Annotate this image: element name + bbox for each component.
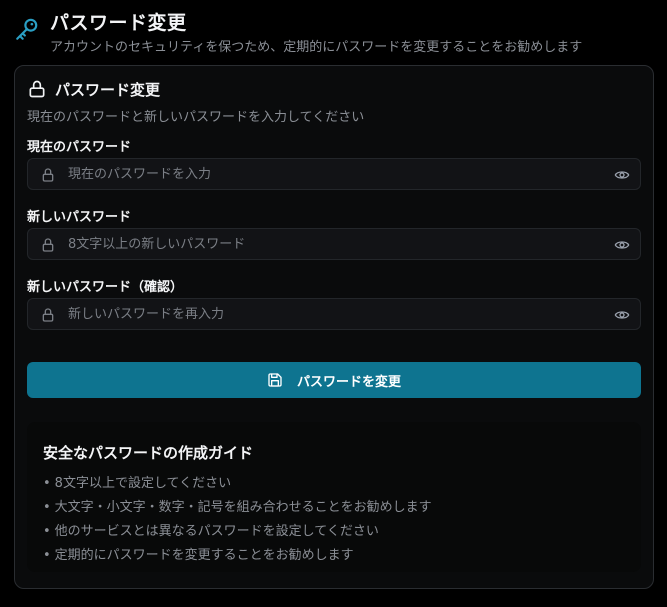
current-password-label: 現在のパスワード (27, 140, 132, 155)
current-password-input[interactable] (68, 159, 598, 189)
change-password-button[interactable]: パスワードを変更 (27, 362, 641, 398)
card-description: 現在のパスワードと新しいパスワードを入力してください (27, 110, 365, 125)
guide-item: 大文字・小文字・数字・記号を組み合わせることをお勧めします (43, 496, 432, 520)
current-password-field (27, 158, 641, 190)
password-guide: 安全なパスワードの作成ガイド 8文字以上で設定してください 大文字・小文字・数字… (27, 422, 641, 572)
guide-item: 8文字以上で設定してください (43, 472, 432, 496)
page-header: パスワード変更 アカウントのセキュリティを保つため、定期的にパスワードを変更する… (14, 6, 653, 58)
page-subtitle: アカウントのセキュリティを保つため、定期的にパスワードを変更することをお勧めしま… (50, 40, 583, 55)
guide-title: 安全なパスワードの作成ガイド (43, 444, 254, 462)
page-title: パスワード変更 (50, 12, 187, 34)
new-password-input[interactable] (68, 229, 598, 259)
confirm-password-label: 新しいパスワード（確認） (27, 280, 184, 295)
lock-icon (42, 168, 54, 182)
save-icon (268, 373, 282, 387)
lock-icon (42, 238, 54, 252)
confirm-password-input[interactable] (68, 299, 598, 329)
eye-icon[interactable] (614, 167, 630, 183)
key-icon (16, 18, 38, 40)
lock-icon (42, 308, 54, 322)
eye-icon[interactable] (614, 307, 630, 323)
new-password-label: 新しいパスワード (27, 210, 132, 225)
password-card: パスワード変更 現在のパスワードと新しいパスワードを入力してください 現在のパス… (14, 65, 654, 589)
guide-item: 他のサービスとは異なるパスワードを設定してください (43, 520, 432, 544)
lock-icon (29, 80, 45, 98)
confirm-password-field (27, 298, 641, 330)
guide-item: 定期的にパスワードを変更することをお勧めします (43, 544, 432, 568)
card-title: パスワード変更 (55, 81, 161, 99)
change-password-button-label: パスワードを変更 (296, 374, 401, 390)
password-change-page: パスワード変更 アカウントのセキュリティを保つため、定期的にパスワードを変更する… (0, 0, 667, 607)
new-password-field (27, 228, 641, 260)
eye-icon[interactable] (614, 237, 630, 253)
guide-list: 8文字以上で設定してください 大文字・小文字・数字・記号を組み合わせることをお勧… (43, 472, 432, 568)
